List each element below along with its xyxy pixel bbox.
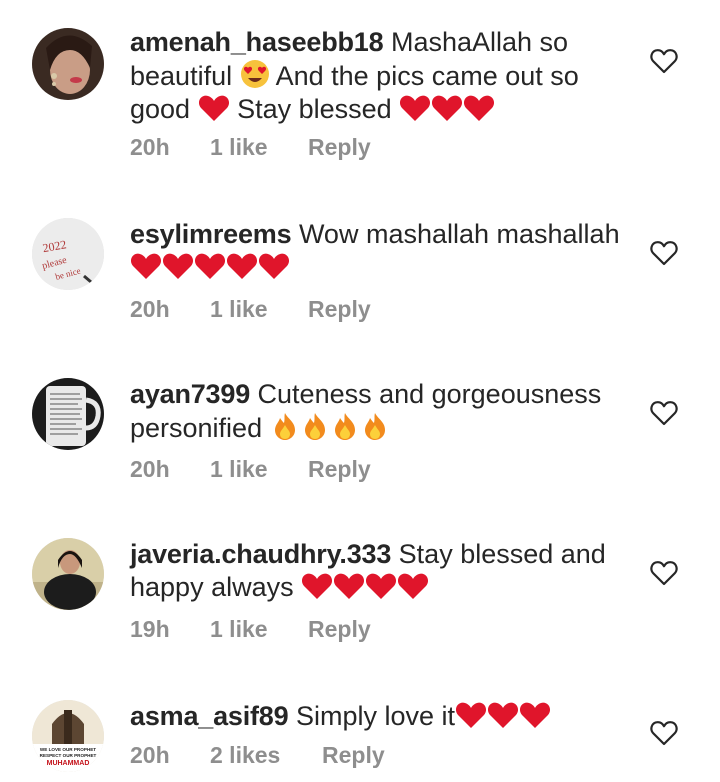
comment-timestamp: 20h — [130, 296, 170, 322]
heart-outline-icon[interactable] — [650, 720, 678, 746]
red-heart-icon — [431, 94, 463, 122]
red-heart-icon — [301, 572, 333, 600]
red-heart-icon — [397, 572, 429, 600]
fire-icon — [300, 411, 330, 441]
fire-icon — [330, 411, 360, 441]
comment-meta: 20h 1 like Reply — [130, 456, 371, 483]
avatar-banner-text: WE LOVE OUR PROPHET — [40, 747, 96, 752]
comments-list: amenah_haseebb18 MashaAllah so beautiful… — [0, 0, 720, 782]
fire-icon — [360, 411, 390, 441]
comment-timestamp: 20h — [130, 742, 170, 768]
red-heart-icon — [487, 701, 519, 729]
avatar[interactable] — [32, 378, 104, 450]
comment-text: javeria.chaudhry.333 Stay blessed and ha… — [130, 538, 630, 604]
comment-text: amenah_haseebb18 MashaAllah so beautiful… — [130, 26, 630, 126]
reply-button[interactable]: Reply — [308, 296, 371, 323]
heart-outline-icon[interactable] — [650, 48, 678, 74]
reply-button[interactable]: Reply — [308, 456, 371, 483]
profile-photo-mug — [32, 378, 104, 450]
comment-meta: 20h 2 likes Reply — [130, 742, 385, 769]
comment-username[interactable]: ayan7399 — [130, 379, 250, 409]
comment-timestamp: 20h — [130, 456, 170, 482]
red-heart-icon — [258, 252, 290, 280]
reply-button[interactable]: Reply — [322, 742, 385, 769]
comment-body-part: Stay blessed — [229, 94, 400, 124]
red-heart-icon — [399, 94, 431, 122]
comment-likes-count[interactable]: 2 likes — [210, 742, 322, 769]
comment-text: asma_asif89 Simply love it — [130, 700, 630, 733]
avatar[interactable] — [32, 538, 104, 610]
red-heart-icon — [455, 701, 487, 729]
profile-photo-note: 2022 please be nice — [32, 218, 104, 290]
avatar-banner-text: RESPECT OUR PROPHET — [40, 753, 97, 758]
comment-body-part: Wow mashallah mashallah — [298, 219, 620, 249]
avatar[interactable] — [32, 28, 104, 100]
comment-meta: 20h 1 like Reply — [130, 296, 371, 323]
fire-icon — [270, 411, 300, 441]
comment-meta: 19h 1 like Reply — [130, 616, 371, 643]
red-heart-icon — [519, 701, 551, 729]
red-heart-icon — [463, 94, 495, 122]
heart-eyes-emoji-icon — [240, 59, 270, 89]
comment-timestamp: 20h — [130, 134, 170, 160]
avatar[interactable]: WE LOVE OUR PROPHET RESPECT OUR PROPHET … — [32, 700, 104, 772]
avatar[interactable]: 2022 please be nice — [32, 218, 104, 290]
comment-timestamp: 19h — [130, 616, 170, 642]
comment-username[interactable]: esylimreems — [130, 219, 292, 249]
heart-outline-icon[interactable] — [650, 560, 678, 586]
comment-meta: 20h 1 like Reply — [130, 134, 371, 161]
red-heart-icon — [130, 252, 162, 280]
red-heart-icon — [162, 252, 194, 280]
red-heart-icon — [198, 94, 230, 122]
comment-body-part: Simply love it — [295, 701, 455, 731]
avatar-banner-text: MUHAMMAD — [47, 760, 90, 767]
profile-photo-mosque: WE LOVE OUR PROPHET RESPECT OUR PROPHET … — [32, 700, 104, 772]
comment-likes-count[interactable]: 1 like — [210, 616, 308, 643]
reply-button[interactable]: Reply — [308, 134, 371, 161]
comment-likes-count[interactable]: 1 like — [210, 296, 308, 323]
comment-likes-count[interactable]: 1 like — [210, 134, 308, 161]
comment-likes-count[interactable]: 1 like — [210, 456, 308, 483]
comment-username[interactable]: javeria.chaudhry.333 — [130, 539, 391, 569]
red-heart-icon — [333, 572, 365, 600]
profile-photo-woman-seated — [32, 538, 104, 610]
heart-outline-icon[interactable] — [650, 400, 678, 426]
profile-photo-woman — [32, 28, 104, 100]
comment-text: ayan7399 Cuteness and gorgeousness perso… — [130, 378, 630, 445]
reply-button[interactable]: Reply — [308, 616, 371, 643]
red-heart-icon — [365, 572, 397, 600]
comment-username[interactable]: amenah_haseebb18 — [130, 27, 384, 57]
heart-outline-icon[interactable] — [650, 240, 678, 266]
comment-text: esylimreems Wow mashallah mashallah — [130, 218, 630, 284]
comment-username[interactable]: asma_asif89 — [130, 701, 289, 731]
red-heart-icon — [226, 252, 258, 280]
red-heart-icon — [194, 252, 226, 280]
